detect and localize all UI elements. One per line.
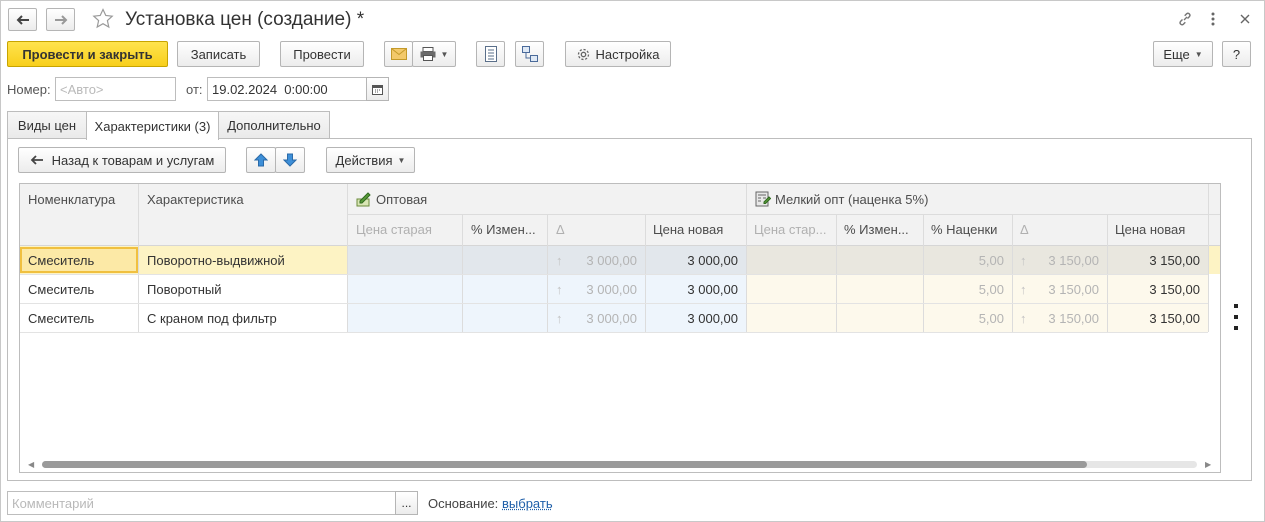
scroll-right-icon[interactable]: ▶: [1205, 460, 1215, 470]
row-1-w-delta: 3 000,00: [586, 281, 637, 297]
col-s-old-price[interactable]: Цена стар...: [754, 220, 836, 238]
hierarchy-icon: [521, 46, 538, 62]
basis-label: Основание:: [428, 496, 499, 511]
row-0-w-delta: 3 000,00: [586, 252, 637, 268]
horizontal-scrollbar-thumb[interactable]: [42, 461, 1087, 468]
col-nomenclature-header[interactable]: Номенклатура: [28, 190, 138, 208]
group-small-wholesale-header[interactable]: Мелкий опт (наценка 5%): [755, 189, 1195, 209]
price-calc-icon: [755, 191, 771, 207]
row-1-characteristic[interactable]: Поворотный: [147, 275, 342, 303]
group-wholesale-header[interactable]: Оптовая: [356, 189, 736, 209]
menu-dots-icon[interactable]: [1205, 9, 1221, 29]
row-2-s-new[interactable]: 3 150,00: [1108, 304, 1208, 332]
number-field[interactable]: [55, 77, 176, 101]
print-button[interactable]: ▼: [412, 41, 456, 67]
col-s-markup[interactable]: % Наценки: [931, 220, 1016, 238]
row-0-s-delta: 3 150,00: [1048, 252, 1099, 268]
row-0-s-markup[interactable]: 5,00: [924, 246, 1012, 274]
tab-additional[interactable]: Дополнительно: [218, 111, 330, 139]
col-w-percent[interactable]: % Измен...: [471, 220, 551, 238]
gear-icon: [577, 48, 589, 60]
post-button[interactable]: Провести: [280, 41, 364, 67]
col-characteristic-header[interactable]: Характеристика: [147, 190, 337, 208]
arrow-down-icon: [283, 153, 297, 167]
close-icon[interactable]: [1235, 9, 1255, 29]
structure-button[interactable]: [515, 41, 544, 67]
row-2-nomenclature[interactable]: Смеситель: [28, 304, 136, 332]
arrow-up-icon: [254, 153, 268, 167]
row-1-nomenclature[interactable]: Смеситель: [28, 275, 136, 303]
send-email-button[interactable]: [384, 41, 413, 67]
price-edit-icon: [356, 192, 371, 207]
chevron-down-icon: ▼: [397, 155, 406, 165]
post-and-close-button[interactable]: Провести и закрыть: [7, 41, 168, 67]
settings-button[interactable]: Настройка: [565, 41, 671, 67]
move-down-button[interactable]: [275, 147, 305, 173]
printer-icon: [420, 47, 436, 61]
date-field[interactable]: [207, 77, 367, 101]
number-label: Номер:: [7, 82, 51, 97]
scroll-left-icon[interactable]: ◀: [28, 460, 38, 470]
actions-button[interactable]: Действия ▼: [326, 147, 415, 173]
move-up-button[interactable]: [246, 147, 276, 173]
report-button[interactable]: [476, 41, 505, 67]
row-0-w-new[interactable]: 3 000,00: [646, 246, 746, 274]
date-label: от:: [186, 82, 203, 97]
link-icon[interactable]: [1175, 9, 1195, 29]
back-nav-button[interactable]: [8, 8, 37, 31]
comment-field[interactable]: [7, 491, 396, 515]
settings-label: Настройка: [595, 46, 660, 62]
row-1-s-delta: 3 150,00: [1048, 281, 1099, 297]
row-0-characteristic[interactable]: Поворотно-выдвижной: [147, 246, 342, 274]
col-s-delta[interactable]: Δ: [1020, 220, 1050, 238]
document-list-icon: [484, 46, 497, 62]
column-settings-icon[interactable]: [1229, 302, 1243, 332]
row-0-nomenclature[interactable]: Смеситель: [28, 246, 136, 274]
actions-label: Действия: [335, 152, 393, 168]
tab-characteristics[interactable]: Характеристики (3): [86, 111, 219, 140]
chevron-down-icon: ▼: [1194, 49, 1203, 59]
arrow-left-icon: [16, 14, 29, 25]
calendar-button[interactable]: [366, 77, 389, 101]
group-wholesale-label: Оптовая: [376, 191, 428, 207]
row-2-s-delta: 3 150,00: [1048, 310, 1099, 326]
comment-expand-button[interactable]: ...: [395, 491, 418, 515]
group-small-wholesale-label: Мелкий опт (наценка 5%): [775, 191, 929, 207]
tab-price-types[interactable]: Виды цен: [7, 111, 87, 139]
basis-select-link[interactable]: выбрать: [502, 496, 553, 511]
arrow-right-icon: [54, 14, 67, 25]
row-2-s-markup[interactable]: 5,00: [924, 304, 1012, 332]
back-label: Назад к товарам и услугам: [51, 152, 215, 168]
chevron-down-icon: ▼: [440, 49, 449, 59]
window-title: Установка цен (создание) *: [125, 9, 365, 30]
row-2-characteristic[interactable]: С краном под фильтр: [147, 304, 342, 332]
save-button[interactable]: Записать: [177, 41, 260, 67]
col-s-new-price[interactable]: Цена новая: [1115, 220, 1205, 238]
more-label: Еще: [1163, 46, 1190, 62]
row-1-s-markup[interactable]: 5,00: [924, 275, 1012, 303]
col-w-new-price[interactable]: Цена новая: [653, 220, 743, 238]
help-button[interactable]: ?: [1222, 41, 1251, 67]
forward-nav-button[interactable]: [46, 8, 75, 31]
row-1-s-new[interactable]: 3 150,00: [1108, 275, 1208, 303]
row-0-s-new[interactable]: 3 150,00: [1108, 246, 1208, 274]
row-2-w-delta: 3 000,00: [586, 310, 637, 326]
col-w-delta[interactable]: Δ: [556, 220, 586, 238]
calendar-icon: [372, 84, 383, 95]
more-button[interactable]: Еще ▼: [1153, 41, 1213, 67]
col-w-old-price[interactable]: Цена старая: [356, 220, 466, 238]
row-1-w-new[interactable]: 3 000,00: [646, 275, 746, 303]
back-to-goods-button[interactable]: Назад к товарам и услугам: [18, 147, 226, 173]
col-s-percent[interactable]: % Измен...: [844, 220, 924, 238]
row-2-w-new[interactable]: 3 000,00: [646, 304, 746, 332]
favorite-star-icon[interactable]: [91, 7, 115, 31]
arrow-left-icon: [30, 155, 43, 165]
envelope-icon: [390, 48, 407, 60]
price-grid: Номенклатура Характеристика Оптовая Мелк…: [19, 183, 1221, 473]
